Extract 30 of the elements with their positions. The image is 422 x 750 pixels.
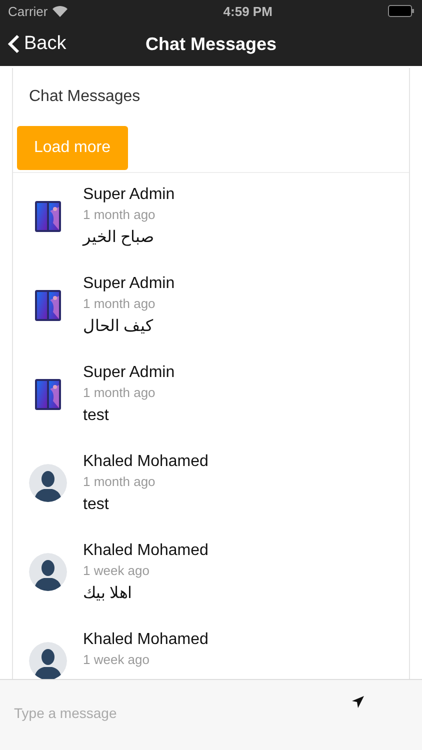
message-time: 1 week ago xyxy=(83,562,150,580)
message-time: 1 week ago xyxy=(83,651,150,669)
wifi-icon xyxy=(52,5,68,17)
sender-name: Super Admin xyxy=(83,274,175,294)
message-time: 1 month ago xyxy=(83,206,156,224)
sender-name: Super Admin xyxy=(83,363,175,383)
battery-icon xyxy=(388,5,414,17)
clock-time: 4:59 PM xyxy=(223,4,272,18)
message-time: 1 month ago xyxy=(83,295,156,313)
avatar-icon xyxy=(29,553,67,591)
chevron-left-icon xyxy=(8,34,20,54)
message-time: 1 month ago xyxy=(83,384,156,402)
message-text: test xyxy=(83,495,110,515)
message-text: اهلا بيك xyxy=(83,584,132,604)
message-text: test xyxy=(83,406,110,426)
back-button[interactable]: Back xyxy=(0,33,74,55)
sender-name: Khaled Mohamed xyxy=(83,541,208,561)
sender-name: Khaled Mohamed xyxy=(83,630,208,650)
message-time: 1 month ago xyxy=(83,473,156,491)
carrier-label: Carrier xyxy=(8,4,48,18)
avatar-icon xyxy=(29,464,67,502)
message-input[interactable]: Type a message xyxy=(14,705,274,721)
message-text: صباح الخير xyxy=(83,228,156,248)
sender-name: Khaled Mohamed xyxy=(83,452,208,472)
send-button[interactable] xyxy=(350,694,366,710)
card-title: Chat Messages xyxy=(28,87,142,107)
screen-title: Chat Messages xyxy=(145,34,277,54)
message-text: كيف الحال xyxy=(83,317,154,337)
send-icon xyxy=(352,696,364,708)
sender-name: Super Admin xyxy=(83,185,175,205)
